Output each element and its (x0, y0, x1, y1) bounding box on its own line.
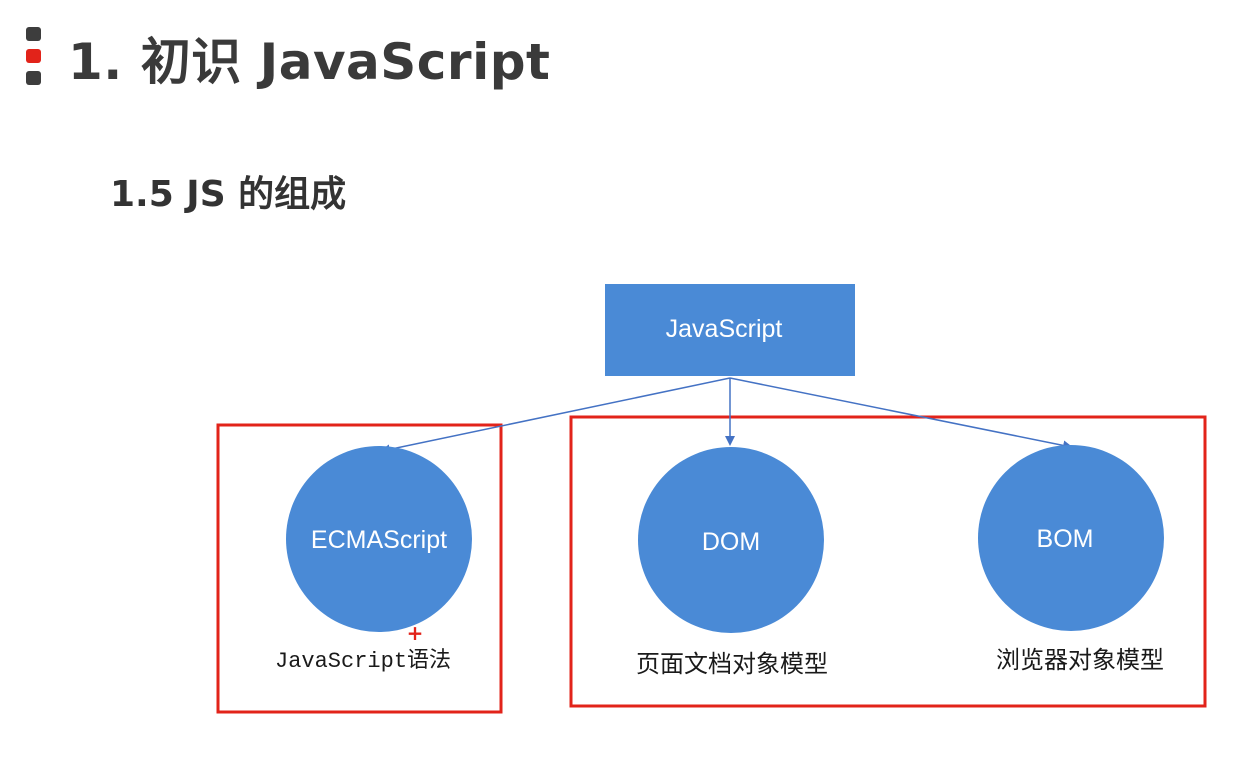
ecmascript-caption: JavaScript语法 (275, 648, 451, 674)
bom-caption: 浏览器对象模型 (996, 646, 1164, 674)
javascript-root-label: JavaScript (666, 315, 783, 343)
dom-caption: 页面文档对象模型 (636, 650, 828, 678)
js-composition-diagram: JavaScript ECMAScript + JavaScript语法 DOM… (216, 284, 1207, 714)
dom-label: DOM (702, 528, 760, 556)
edge-to-ecmascript (380, 377, 731, 455)
ecmascript-caption-text: 语法 (407, 648, 451, 673)
ecmascript-caption-code: JavaScript (275, 649, 407, 674)
ecmascript-label: ECMAScript (311, 526, 447, 554)
cursor-crosshair-icon: + (407, 621, 424, 645)
edge-to-bom (729, 377, 1073, 451)
bom-label: BOM (1037, 525, 1094, 553)
